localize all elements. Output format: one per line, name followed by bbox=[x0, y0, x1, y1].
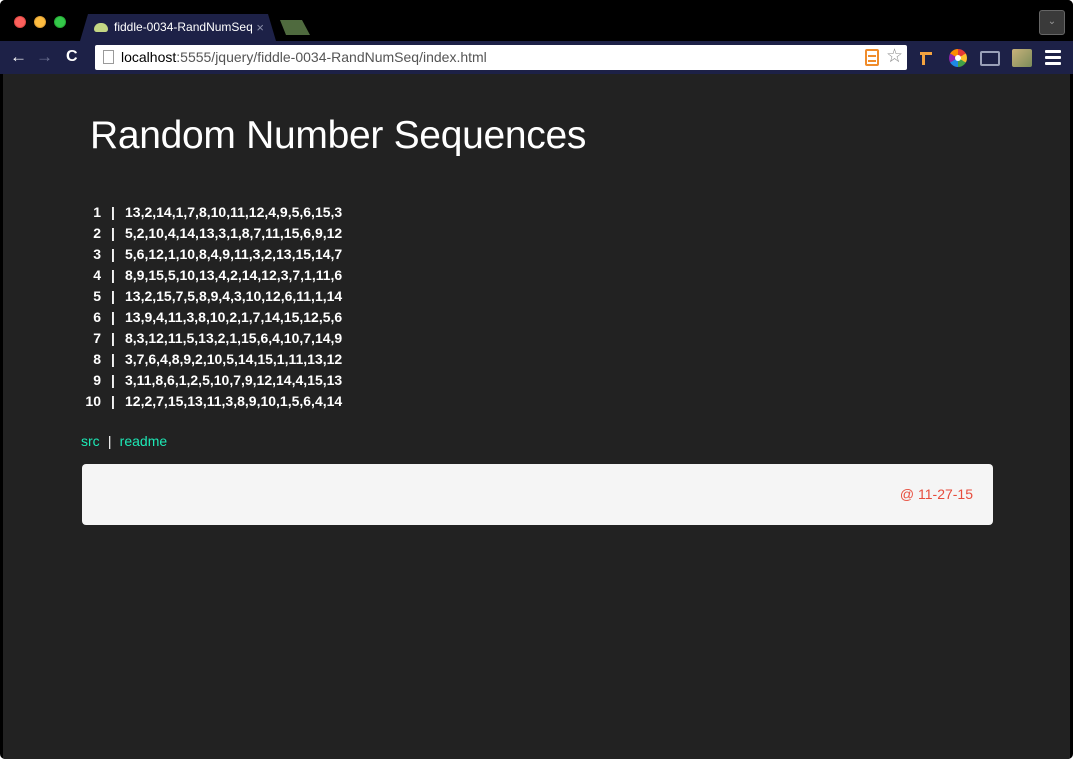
close-window-button[interactable] bbox=[14, 16, 26, 28]
sequence-values: 13,2,14,1,7,8,10,11,12,4,9,5,6,15,3 bbox=[125, 204, 343, 220]
sequence-row: 3 | 5,6,12,1,10,8,4,9,11,3,2,13,15,14,7 bbox=[80, 244, 342, 265]
tab-title: fiddle-0034-RandNumSeq bbox=[114, 20, 253, 34]
sequence-values: 13,2,15,7,5,8,9,4,3,10,12,6,11,1,14 bbox=[125, 288, 343, 304]
sequence-separator: | bbox=[111, 267, 115, 283]
sequence-row: 2 | 5,2,10,4,14,13,3,1,8,7,11,15,6,9,12 bbox=[80, 223, 342, 244]
page-viewport: Random Number Sequences 1 | 13,2,14,1,7,… bbox=[3, 74, 1070, 759]
footer-panel: @ 11-27-15 bbox=[82, 464, 993, 525]
sequence-number: 6 bbox=[93, 309, 101, 325]
arrow-right-icon[interactable]: → bbox=[36, 47, 53, 67]
sequence-number: 4 bbox=[93, 267, 101, 283]
sequence-separator: | bbox=[111, 204, 115, 220]
readme-link[interactable]: readme bbox=[120, 433, 167, 449]
sequence-row: 10 | 12,2,7,15,13,11,3,8,9,10,1,5,6,4,14 bbox=[80, 391, 342, 412]
sequence-separator: | bbox=[111, 246, 115, 262]
sequence-separator: | bbox=[111, 309, 115, 325]
src-link[interactable]: src bbox=[81, 433, 100, 449]
sequence-row: 5 | 13,2,15,7,5,8,9,4,3,10,12,6,11,1,14 bbox=[80, 286, 342, 307]
sequence-number: 7 bbox=[93, 330, 101, 346]
minimize-window-button[interactable] bbox=[34, 16, 46, 28]
sequence-separator: | bbox=[111, 288, 115, 304]
sequence-number: 1 bbox=[93, 204, 101, 220]
sequence-separator: | bbox=[111, 351, 115, 367]
sequence-separator: | bbox=[111, 225, 115, 241]
sequence-row: 1 | 13,2,14,1,7,8,10,11,12,4,9,5,6,15,3 bbox=[80, 202, 342, 223]
sequence-row: 9 | 3,11,8,6,1,2,5,10,7,9,12,14,4,15,13 bbox=[80, 370, 342, 391]
page-title: Random Number Sequences bbox=[90, 114, 587, 157]
sequence-row: 8 | 3,7,6,4,8,9,2,10,5,14,15,1,11,13,12 bbox=[80, 349, 342, 370]
sequence-separator: | bbox=[111, 330, 115, 346]
sequence-number: 9 bbox=[93, 372, 101, 388]
cast-icon[interactable] bbox=[980, 51, 1000, 66]
browser-window: fiddle-0034-RandNumSeq × ⌄ ← → C localho… bbox=[0, 0, 1073, 759]
page-icon bbox=[103, 50, 114, 64]
sequence-row: 6 | 13,9,4,11,3,8,10,2,1,7,14,15,12,5,6 bbox=[80, 307, 342, 328]
tab-close-icon[interactable]: × bbox=[256, 20, 264, 35]
sequence-values: 5,6,12,1,10,8,4,9,11,3,2,13,15,14,7 bbox=[125, 246, 343, 262]
url-text[interactable]: localhost:5555/jquery/fiddle-0034-RandNu… bbox=[121, 49, 487, 65]
sequence-number: 2 bbox=[93, 225, 101, 241]
footer-links: src | readme bbox=[81, 433, 167, 449]
hamburger-menu-icon[interactable] bbox=[1045, 50, 1061, 65]
star-icon[interactable]: ☆ bbox=[886, 46, 903, 68]
maximize-window-button[interactable] bbox=[54, 16, 66, 28]
sequence-list: 1 | 13,2,14,1,7,8,10,11,12,4,9,5,6,15,3 … bbox=[80, 202, 342, 412]
sequence-values: 12,2,7,15,13,11,3,8,9,10,1,5,6,4,14 bbox=[125, 393, 343, 409]
link-separator: | bbox=[107, 433, 112, 449]
sequence-values: 5,2,10,4,14,13,3,1,8,7,11,15,6,9,12 bbox=[125, 225, 343, 241]
extension-icon[interactable] bbox=[865, 49, 879, 66]
sequence-values: 13,9,4,11,3,8,10,2,1,7,14,15,12,5,6 bbox=[125, 309, 343, 325]
sequence-number: 3 bbox=[93, 246, 101, 262]
browser-toolbar: ← → C localhost:5555/jquery/fiddle-0034-… bbox=[0, 41, 1073, 74]
footer-date: @ 11-27-15 bbox=[899, 486, 973, 502]
sequence-values: 3,7,6,4,8,9,2,10,5,14,15,1,11,13,12 bbox=[125, 351, 343, 367]
reload-icon[interactable]: C bbox=[66, 47, 78, 67]
sequence-values: 3,11,8,6,1,2,5,10,7,9,12,14,4,15,13 bbox=[125, 372, 343, 388]
sequence-separator: | bbox=[111, 372, 115, 388]
address-bar[interactable]: localhost:5555/jquery/fiddle-0034-RandNu… bbox=[95, 45, 907, 70]
sequence-number: 10 bbox=[85, 393, 101, 409]
sequence-row: 7 | 8,3,12,11,5,13,2,1,15,6,4,10,7,14,9 bbox=[80, 328, 342, 349]
tab-active[interactable]: fiddle-0034-RandNumSeq × bbox=[80, 14, 276, 41]
tab-strip: fiddle-0034-RandNumSeq × ⌄ bbox=[0, 0, 1073, 41]
window-menu-button[interactable]: ⌄ bbox=[1039, 10, 1065, 35]
extension-photo-icon[interactable] bbox=[1012, 49, 1032, 67]
sequence-number: 5 bbox=[93, 288, 101, 304]
sequence-values: 8,3,12,11,5,13,2,1,15,6,4,10,7,14,9 bbox=[125, 330, 343, 346]
arrow-left-icon[interactable]: ← bbox=[10, 47, 27, 67]
sequence-number: 8 bbox=[93, 351, 101, 367]
sequence-separator: | bbox=[111, 393, 115, 409]
sequence-values: 8,9,15,5,10,13,4,2,14,12,3,7,1,11,6 bbox=[125, 267, 343, 283]
toolbar-extension-icon[interactable] bbox=[918, 49, 936, 67]
sequence-row: 4 | 8,9,15,5,10,13,4,2,14,12,3,7,1,11,6 bbox=[80, 265, 342, 286]
new-tab-button[interactable] bbox=[280, 20, 310, 35]
turtle-favicon-icon bbox=[94, 22, 108, 32]
color-wheel-icon[interactable] bbox=[949, 49, 967, 67]
